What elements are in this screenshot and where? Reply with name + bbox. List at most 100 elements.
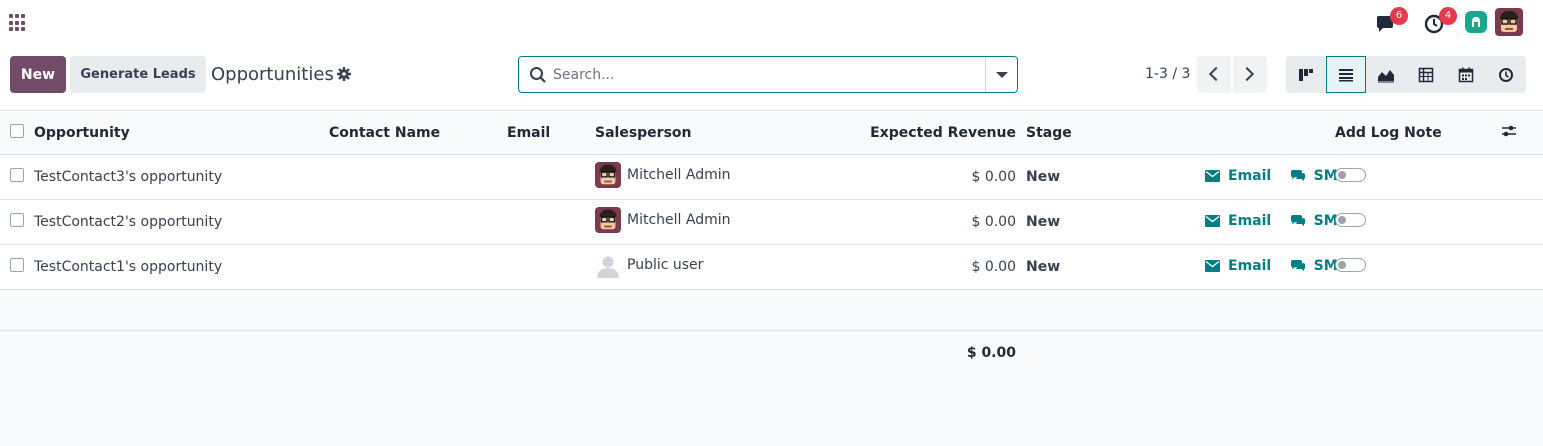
- list-view-button[interactable]: [1326, 56, 1366, 93]
- log-note-toggle[interactable]: [1335, 213, 1366, 227]
- activities-badge: 4: [1439, 7, 1457, 25]
- page-title[interactable]: Opportunities: [211, 64, 334, 85]
- email-action-button[interactable]: Email: [1205, 258, 1271, 274]
- optional-columns-toggle[interactable]: [1485, 111, 1543, 155]
- cell-expected-revenue[interactable]: $ 0.00: [795, 245, 1026, 290]
- column-header-add-log-note[interactable]: Add Log Note: [1335, 111, 1485, 155]
- cell-opportunity[interactable]: TestContact2's opportunity: [34, 200, 329, 245]
- chevron-right-icon: [1239, 66, 1255, 82]
- cell-add-log-note: [1335, 245, 1485, 290]
- sms-icon: [1290, 215, 1305, 227]
- caret-down-icon: [996, 72, 1008, 78]
- log-note-toggle[interactable]: [1335, 258, 1366, 272]
- column-header-email[interactable]: Email: [507, 111, 595, 155]
- salesperson-name: Mitchell Admin: [627, 212, 731, 228]
- pivot-view-button[interactable]: [1406, 56, 1446, 93]
- table-row[interactable]: TestContact3's opportunity Mitchell Admi…: [0, 154, 1543, 200]
- salesperson-name: Public user: [627, 257, 704, 273]
- email-action-button[interactable]: Email: [1205, 213, 1271, 229]
- pager-value[interactable]: 1-3 / 3: [1145, 66, 1190, 82]
- column-header-opportunity[interactable]: Opportunity: [34, 111, 329, 155]
- column-header-contact-name[interactable]: Contact Name: [329, 111, 507, 155]
- cell-actions: Email SMS: [1205, 155, 1348, 200]
- select-all-checkbox[interactable]: [10, 123, 24, 138]
- envelope-icon: [1205, 170, 1220, 183]
- sms-icon: [1290, 260, 1305, 272]
- user-menu[interactable]: [1495, 8, 1523, 36]
- email-action-button[interactable]: Email: [1205, 168, 1271, 184]
- gear-icon[interactable]: [336, 66, 352, 82]
- cell-salesperson[interactable]: Public user: [595, 245, 795, 290]
- row-checkbox[interactable]: [10, 168, 24, 182]
- cell-opportunity[interactable]: TestContact1's opportunity: [34, 245, 329, 290]
- messaging-menu[interactable]: 6: [1375, 7, 1408, 38]
- cell-email[interactable]: [507, 200, 595, 245]
- search-bar: [518, 56, 1018, 93]
- cell-contact-name[interactable]: [329, 245, 507, 290]
- apps-menu-icon[interactable]: [9, 14, 27, 32]
- activities-menu[interactable]: 4: [1424, 7, 1457, 38]
- sliders-icon: [1502, 125, 1516, 136]
- table-row[interactable]: TestContact2's opportunity Mitchell Admi…: [0, 199, 1543, 245]
- graph-view-button[interactable]: [1366, 56, 1406, 93]
- odoobot-icon: [1465, 11, 1487, 33]
- cell-email[interactable]: [507, 155, 595, 200]
- cell-salesperson[interactable]: Mitchell Admin: [595, 155, 795, 200]
- cell-stage[interactable]: New: [1026, 155, 1125, 200]
- column-header-blank-2: [1205, 111, 1335, 155]
- user-avatar: [1495, 8, 1523, 36]
- graph-view-icon: [1378, 69, 1394, 82]
- search-input[interactable]: [553, 63, 973, 87]
- table-row[interactable]: TestContact1's opportunity Public user $…: [0, 244, 1543, 290]
- email-action-label: Email: [1228, 258, 1272, 275]
- pager-next-button[interactable]: [1233, 56, 1267, 93]
- opportunities-list: Opportunity Contact Name Email Salespers…: [0, 110, 1543, 446]
- generate-leads-button[interactable]: Generate Leads: [70, 56, 206, 93]
- cell-salesperson[interactable]: Mitchell Admin: [595, 200, 795, 245]
- cell-contact-name[interactable]: [329, 155, 507, 200]
- column-header-stage[interactable]: Stage: [1026, 111, 1125, 155]
- empty-filler-row: [0, 289, 1543, 331]
- cell-expected-revenue[interactable]: $ 0.00: [795, 155, 1026, 200]
- list-table: Opportunity Contact Name Email Salespers…: [0, 110, 1543, 376]
- activity-view-button[interactable]: [1486, 56, 1526, 93]
- cell-stage[interactable]: New: [1026, 200, 1125, 245]
- messages-badge: 6: [1390, 7, 1408, 25]
- cell-add-log-note: [1335, 155, 1485, 200]
- salesperson-avatar: [595, 207, 621, 233]
- cell-stage[interactable]: New: [1026, 245, 1125, 290]
- row-checkbox[interactable]: [10, 213, 24, 227]
- salesperson-avatar: [595, 162, 621, 188]
- cell-email[interactable]: [507, 245, 595, 290]
- cell-actions: Email SMS: [1205, 245, 1348, 290]
- cell-contact-name[interactable]: [329, 200, 507, 245]
- odoobot-button[interactable]: [1465, 11, 1487, 33]
- pivot-view-icon: [1418, 67, 1434, 82]
- log-note-toggle[interactable]: [1335, 168, 1366, 182]
- email-action-label: Email: [1228, 213, 1272, 230]
- control-panel: New Generate Leads Opportunities 1-3 / 3: [0, 44, 1543, 110]
- chevron-left-icon: [1208, 66, 1224, 82]
- activity-view-icon: [1499, 67, 1513, 82]
- new-button[interactable]: New: [10, 56, 66, 93]
- calendar-view-icon: [1458, 67, 1474, 82]
- email-action-label: Email: [1228, 168, 1272, 185]
- total-expected-revenue: $ 0.00: [966, 345, 1016, 362]
- select-all-header: [0, 111, 34, 155]
- kanban-view-icon: [1299, 68, 1313, 81]
- cell-expected-revenue[interactable]: $ 0.00: [795, 200, 1026, 245]
- pager-previous-button[interactable]: [1197, 56, 1231, 93]
- list-view-icon: [1339, 68, 1353, 81]
- calendar-view-button[interactable]: [1446, 56, 1486, 93]
- column-header-expected-revenue[interactable]: Expected Revenue: [795, 111, 1026, 155]
- column-header-salesperson[interactable]: Salesperson: [595, 111, 795, 155]
- envelope-icon: [1205, 260, 1220, 273]
- top-navbar: 6 4: [0, 0, 1543, 44]
- kanban-view-button[interactable]: [1286, 56, 1326, 93]
- view-switcher: [1286, 56, 1526, 93]
- search-options-toggle[interactable]: [985, 57, 1017, 92]
- envelope-icon: [1205, 215, 1220, 228]
- search-icon: [530, 67, 546, 83]
- cell-opportunity[interactable]: TestContact3's opportunity: [34, 155, 329, 200]
- row-checkbox[interactable]: [10, 258, 24, 272]
